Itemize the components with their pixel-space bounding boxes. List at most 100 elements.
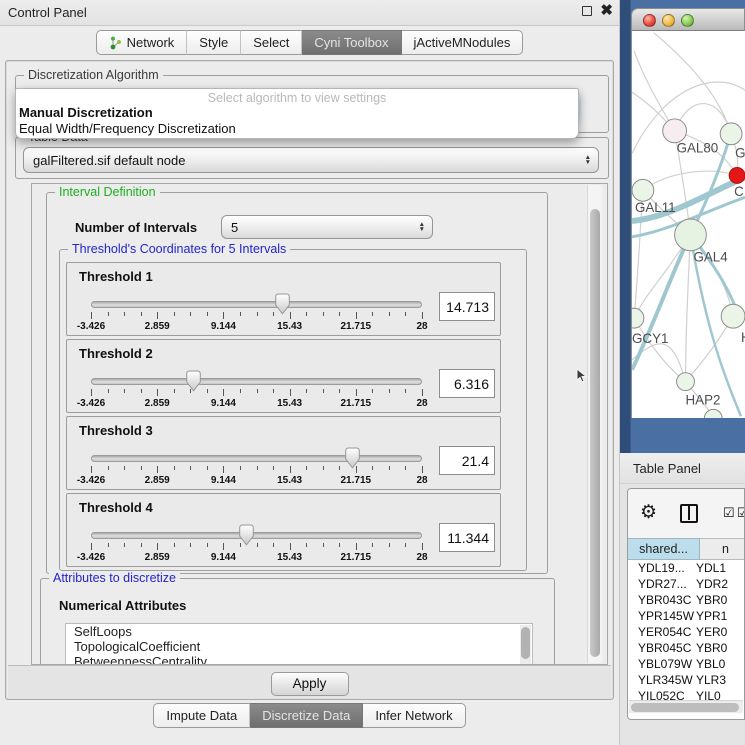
attributes-list[interactable]: SelfLoopsTopologicalCoefficientBetweenne… (65, 623, 533, 665)
tick-label: -3.426 (77, 475, 105, 486)
tab-infer-network[interactable]: Infer Network (363, 703, 465, 728)
tick-mark (141, 543, 142, 547)
node-label: GCY1 (632, 331, 668, 346)
cell-name: YDR2 (689, 576, 728, 592)
attribute-item-selfloops[interactable]: SelfLoops (66, 624, 532, 639)
cell-name: YBR0 (689, 640, 727, 656)
cell-shared-name: YBR043C (628, 592, 689, 608)
table-row[interactable]: YLR345WYLR3 (628, 672, 745, 688)
scrollbar-thumb[interactable] (521, 627, 530, 659)
tick-label: -3.426 (77, 552, 105, 563)
num-intervals-label: Number of Intervals (75, 220, 197, 235)
network-canvas[interactable]: GAL80GACGAL11GAL4GCY1HHAP2 (631, 31, 745, 418)
column-header-shared-name[interactable]: shared... (628, 538, 700, 560)
table-row[interactable]: YDL19...YDL1 (628, 560, 745, 576)
node-label: H (741, 330, 745, 345)
threshold-value-field[interactable]: 21.4 (439, 446, 495, 475)
slider-threshold-4[interactable] (91, 532, 422, 539)
slider-track[interactable] (91, 301, 422, 308)
tick-mark (190, 466, 191, 470)
close-icon[interactable]: ✖ (600, 5, 613, 17)
network-node-gal80[interactable] (663, 119, 687, 143)
tick-mark (223, 543, 224, 550)
checkbox-icon[interactable]: ☑ (737, 505, 745, 521)
tick-label: 2.859 (145, 552, 170, 563)
dropdown-option-manual-discretization[interactable]: Manual Discretization (16, 105, 578, 121)
threshold-label: Threshold 3 (79, 423, 153, 438)
slider-threshold-2[interactable] (91, 378, 422, 385)
settings-vertical-scrollbar[interactable] (587, 185, 602, 663)
network-node-h[interactable] (721, 304, 745, 328)
tick-mark (174, 466, 175, 470)
tab-impute-data[interactable]: Impute Data (153, 703, 250, 728)
network-window-titlebar[interactable] (631, 8, 745, 31)
tick-mark (157, 543, 158, 550)
slider-track[interactable] (91, 455, 422, 462)
checkbox-icon[interactable]: ☑ (723, 505, 735, 521)
slider-threshold-1[interactable] (91, 301, 422, 308)
cell-name: YER0 (689, 624, 727, 640)
network-node-gcy1[interactable] (631, 308, 644, 328)
column-header-name[interactable]: n (700, 538, 745, 560)
column-selector-icon[interactable] (680, 504, 698, 523)
numerical-attributes-label: Numerical Attributes (59, 598, 186, 613)
network-node-ga[interactable] (720, 123, 742, 145)
tick-mark (372, 543, 373, 547)
tab-label: Cyni Toolbox (314, 35, 388, 50)
threshold-value-field[interactable]: 6.316 (439, 369, 495, 398)
table-data-combobox[interactable]: galFiltered.sif default node ▲▼ (23, 147, 599, 173)
apply-button[interactable]: Apply (271, 672, 349, 696)
table-row[interactable]: YDR27...YDR2 (628, 576, 745, 592)
cell-shared-name: YER054C (628, 624, 689, 640)
algorithm-placeholder-option[interactable]: Select algorithm to view settings (16, 89, 578, 105)
tick-mark (91, 312, 92, 319)
network-node[interactable] (704, 409, 722, 418)
table-row[interactable]: YPR145WYPR1 (628, 608, 745, 624)
scrollbar-thumb[interactable] (590, 209, 600, 657)
network-node-gal4[interactable] (675, 219, 707, 251)
cell-name: YBL0 (689, 656, 725, 672)
cell-shared-name: YDR27... (628, 576, 689, 592)
interval-definition-title: Interval Definition (55, 185, 160, 199)
tick-mark (422, 312, 423, 319)
tab-cyni-toolbox[interactable]: Cyni Toolbox (302, 30, 401, 55)
tick-mark (157, 312, 158, 319)
top-tab-bar: NetworkStyleSelect Cyni Toolbox jActiveMNo… (0, 30, 619, 55)
minimize-traffic-light-icon[interactable] (662, 14, 675, 27)
attribute-item-topologicalcoefficient[interactable]: TopologicalCoefficient (66, 639, 532, 654)
table-row[interactable]: YBR043CYBR0 (628, 592, 745, 608)
settings-gear-icon[interactable]: ⚙ (640, 501, 657, 524)
tick-mark (422, 389, 423, 396)
close-traffic-light-icon[interactable] (643, 14, 656, 27)
threshold-value-field[interactable]: 14.713 (439, 292, 495, 321)
tab-network[interactable]: Network (96, 30, 188, 55)
network-node-c[interactable] (729, 168, 745, 184)
network-node-hap2[interactable] (677, 373, 695, 391)
dropdown-option-equal-width-frequency-discretization[interactable]: Equal Width/Frequency Discretization (16, 121, 578, 137)
slider-track[interactable] (91, 532, 422, 539)
table-row[interactable]: YBR045CYBR0 (628, 640, 745, 656)
table-header-row: shared... n (628, 538, 745, 560)
attribute-item-betweennesscentrality[interactable]: BetweennessCentrality (66, 654, 532, 665)
tab-discretize-data[interactable]: Discretize Data (250, 703, 363, 728)
tick-mark (91, 543, 92, 550)
slider-ticks (91, 466, 422, 474)
combo-arrows-icon: ▲▼ (585, 155, 591, 165)
tab-select[interactable]: Select (241, 30, 302, 55)
num-intervals-combobox[interactable]: 5 ▲▼ (221, 215, 433, 239)
float-window-icon[interactable] (582, 6, 592, 16)
table-horizontal-scrollbar[interactable] (629, 700, 743, 713)
tab-style[interactable]: Style (187, 30, 241, 55)
scrollbar-thumb[interactable] (631, 703, 739, 712)
tab-jactivemnodules[interactable]: jActiveMNodules (402, 30, 524, 55)
slider-threshold-3[interactable] (91, 455, 422, 462)
table-row[interactable]: YER054CYER0 (628, 624, 745, 640)
panel-title: Control Panel (8, 5, 87, 20)
attributes-list-scrollbar[interactable] (520, 625, 531, 665)
network-node-gal11[interactable] (632, 179, 654, 201)
tick-mark (257, 389, 258, 393)
slider-track[interactable] (91, 378, 422, 385)
table-row[interactable]: YBL079WYBL0 (628, 656, 745, 672)
zoom-traffic-light-icon[interactable] (681, 14, 694, 27)
threshold-value-field[interactable]: 11.344 (439, 523, 495, 552)
